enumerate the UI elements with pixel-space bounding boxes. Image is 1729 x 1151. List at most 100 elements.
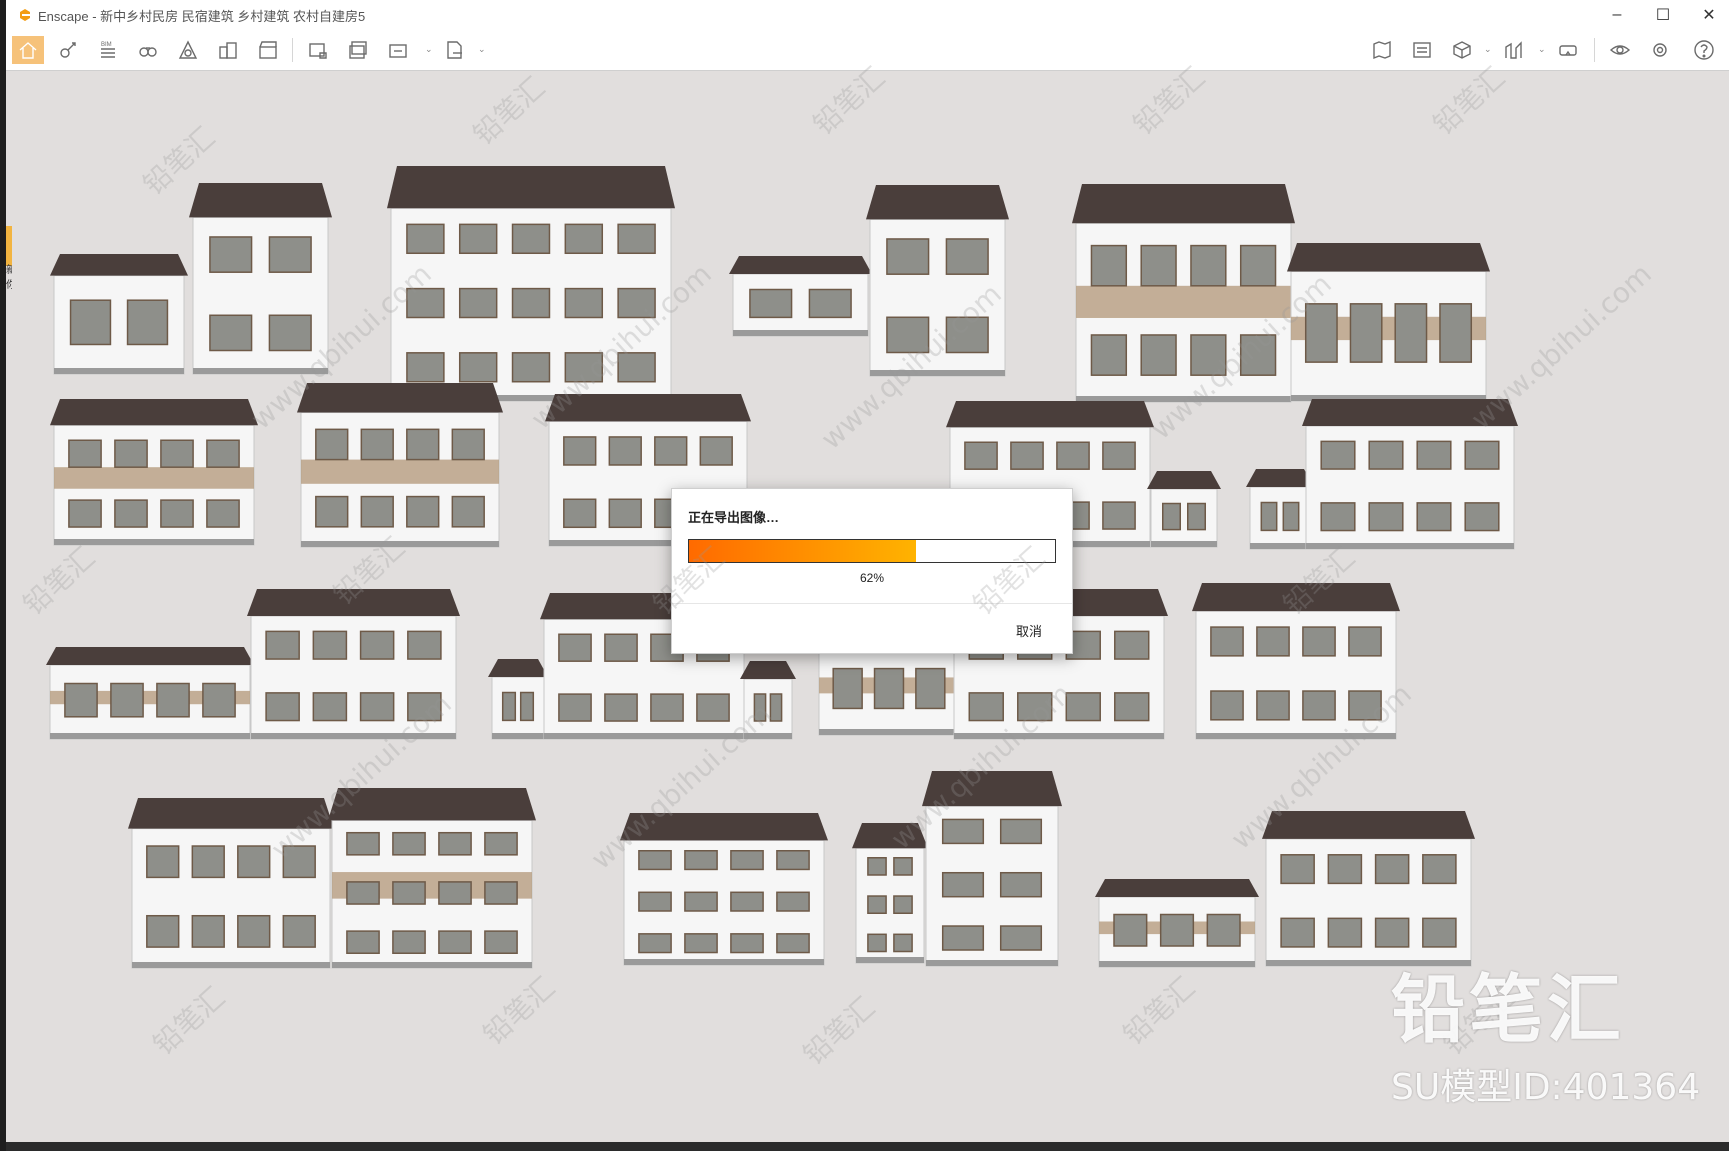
toolbar: BIM ⌄ ⌄ ⌄ ⌄: [6, 30, 1729, 97]
building-window: [1304, 303, 1338, 363]
building-roof: [1192, 583, 1400, 612]
building-window: [1017, 692, 1053, 722]
building-roof: [620, 813, 828, 841]
building-window: [558, 693, 592, 722]
building-base: [50, 733, 250, 739]
building-window: [126, 299, 169, 346]
building-window: [206, 499, 240, 528]
minimize-button[interactable]: –: [1594, 0, 1640, 30]
building-roof: [189, 183, 332, 218]
buildings-button[interactable]: [212, 36, 244, 64]
batch-render-icon: [349, 41, 367, 59]
close-button[interactable]: ✕: [1686, 0, 1729, 30]
building-roof: [922, 771, 1062, 807]
building-window: [1090, 244, 1128, 287]
building-window: [484, 930, 518, 954]
building-roof: [1246, 469, 1314, 487]
building-window: [608, 436, 642, 466]
chevron-down-icon[interactable]: ⌄: [1538, 44, 1546, 55]
building-wall: [743, 678, 793, 740]
building-window: [114, 499, 148, 528]
maximize-button[interactable]: ☐: [1640, 0, 1686, 30]
building-window: [886, 238, 930, 275]
toolbar-separator: [1594, 38, 1595, 62]
cancel-button[interactable]: 取消: [1016, 621, 1042, 640]
building-base: [1250, 543, 1310, 549]
building-window: [407, 692, 442, 722]
building-base: [54, 368, 184, 374]
building-window: [1090, 334, 1128, 376]
help-button[interactable]: [1688, 36, 1720, 64]
enscape-window: Enscape - 新中乡村民房 民宿建筑 乡村建筑 农村自建房5 – ☐ ✕ …: [6, 0, 1729, 1151]
render-settings-icon: [1413, 42, 1431, 58]
building-roof: [1302, 399, 1518, 426]
asset-library-button[interactable]: [1446, 36, 1478, 64]
building-window: [968, 692, 1004, 722]
building-window: [1368, 440, 1404, 470]
building-window: [964, 441, 998, 470]
building-roof: [297, 383, 503, 413]
building-window: [146, 914, 180, 948]
building-window: [160, 499, 194, 528]
building-window: [114, 439, 148, 468]
building-wall: [1150, 488, 1218, 548]
building-window: [684, 933, 718, 954]
building-base: [856, 957, 924, 963]
render-settings-button[interactable]: [1406, 36, 1438, 64]
building-window: [1394, 303, 1428, 363]
chevron-down-icon[interactable]: ⌄: [478, 44, 486, 55]
vr-headset-icon: [1559, 45, 1577, 56]
sun-button[interactable]: [172, 36, 204, 64]
building-roof: [128, 798, 334, 829]
building-window: [886, 316, 930, 354]
building-window: [564, 352, 604, 383]
batch-render-button[interactable]: [342, 36, 374, 64]
building-base: [870, 370, 1005, 376]
walk-mode-button[interactable]: [52, 36, 84, 64]
building-window: [941, 818, 985, 845]
building-window: [359, 630, 395, 660]
panorama-button[interactable]: [382, 36, 414, 64]
building-roof: [1072, 184, 1295, 224]
binoculars-button[interactable]: [132, 36, 164, 64]
model-id-watermark: SU模型ID:401364: [1391, 1067, 1701, 1108]
home-button[interactable]: [12, 36, 44, 64]
map-button[interactable]: [1366, 36, 1398, 64]
building-window: [406, 495, 440, 528]
building-window: [407, 630, 442, 660]
building-window: [1140, 244, 1177, 287]
building-window: [1416, 440, 1452, 470]
bim-button[interactable]: BIM: [92, 36, 124, 64]
building-window: [438, 930, 472, 954]
building-window: [346, 881, 380, 905]
screenshot-button[interactable]: [302, 36, 334, 64]
building-window: [873, 667, 905, 710]
building-base: [544, 733, 744, 739]
chevron-down-icon[interactable]: ⌄: [425, 44, 433, 55]
building-base: [332, 962, 532, 968]
building-window: [1327, 854, 1363, 885]
video-button[interactable]: [252, 36, 284, 64]
building-base: [926, 960, 1058, 966]
building-window: [1113, 913, 1148, 947]
eye-button[interactable]: [1604, 36, 1636, 64]
building-window: [458, 287, 498, 319]
building-window: [1114, 630, 1150, 660]
chart-button[interactable]: [1498, 36, 1530, 64]
title-bar: Enscape - 新中乡村民房 民宿建筑 乡村建筑 农村自建房5 – ☐ ✕: [6, 0, 1729, 30]
building-window: [406, 352, 445, 383]
building-window: [1374, 854, 1410, 885]
building-window: [315, 428, 349, 461]
building-window: [265, 692, 300, 722]
home-icon: [19, 42, 37, 59]
building-window: [999, 818, 1043, 845]
building-window: [392, 930, 426, 954]
vr-headset-button[interactable]: [1552, 36, 1584, 64]
building-window: [1056, 441, 1090, 470]
building-window: [209, 314, 253, 352]
chevron-down-icon[interactable]: ⌄: [1484, 44, 1492, 55]
building-window: [1320, 440, 1356, 470]
exe-export-button[interactable]: [438, 36, 470, 64]
building-window: [832, 667, 863, 710]
settings-button[interactable]: [1644, 36, 1676, 64]
